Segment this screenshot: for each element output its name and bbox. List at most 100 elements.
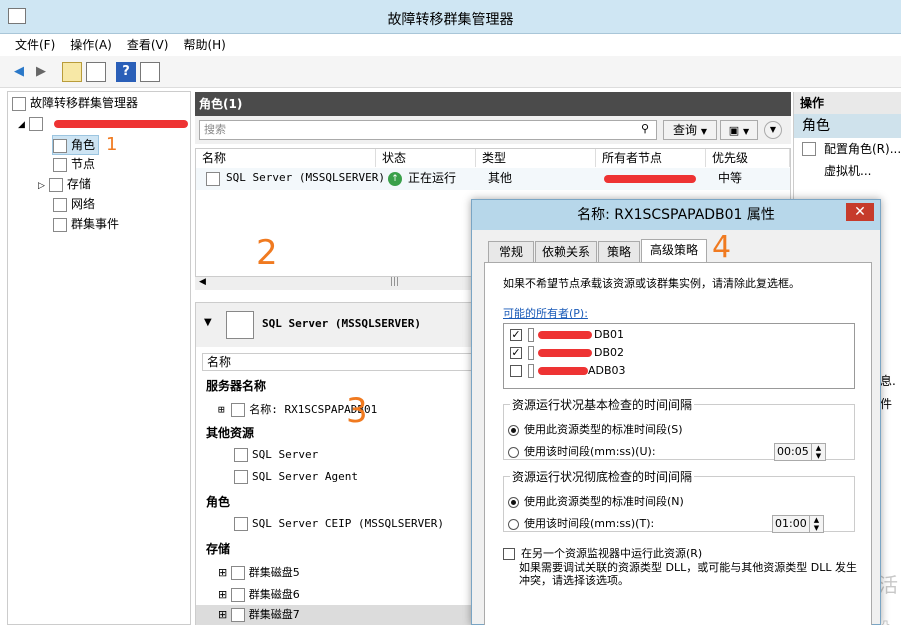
storage-disk-7[interactable]: ⊞ 群集磁盘7: [196, 605, 476, 625]
expand-icon[interactable]: ⊞: [218, 403, 225, 416]
expand-icon[interactable]: ⊞: [218, 608, 227, 621]
annotation-1: 1: [106, 134, 118, 155]
search-icon[interactable]: ⚲: [641, 122, 649, 135]
basic-interval-spinner[interactable]: 00:05 ▲ ▼: [774, 443, 826, 461]
storage-icon: [48, 177, 63, 192]
spinner-arrows-icon[interactable]: ▲ ▼: [809, 516, 823, 532]
cluster-icon: [28, 116, 43, 131]
actions-header: 操作: [794, 92, 901, 114]
tree-item-cluster-events[interactable]: 群集事件: [53, 215, 119, 233]
column-priority[interactable]: 优先级: [706, 149, 790, 167]
expand-toggle-icon[interactable]: ▼: [764, 121, 782, 139]
scroll-thumb-icon[interactable]: |||: [390, 277, 399, 287]
menu-file[interactable]: 文件(F): [15, 34, 55, 56]
menu-help[interactable]: 帮助(H): [183, 34, 225, 56]
redacted-owner-2: [538, 349, 592, 357]
configure-role-action[interactable]: 配置角色(R)...: [794, 138, 901, 160]
query-button[interactable]: 查询 ▼: [663, 120, 717, 140]
tree-item-storage[interactable]: ▷ 存储: [38, 175, 91, 195]
actions-roles-header: 角色: [794, 114, 901, 138]
tab-dependencies[interactable]: 依赖关系: [535, 241, 597, 263]
tab-policies[interactable]: 策略: [598, 241, 640, 263]
column-type[interactable]: 类型: [476, 149, 596, 167]
close-icon[interactable]: ✕: [846, 203, 874, 221]
thorough-standard-option[interactable]: 使用此资源类型的标准时间段(N): [508, 493, 684, 509]
thorough-interval-spinner[interactable]: 01:00 ▲ ▼: [772, 515, 824, 533]
tree-item-label: 存储: [66, 177, 91, 191]
tree-item-roles[interactable]: 角色: [52, 135, 100, 155]
roles-header: 角色(1): [195, 92, 791, 116]
virtual-machines-action[interactable]: 虚拟机...: [794, 160, 901, 182]
scroll-left-icon[interactable]: ◀: [199, 277, 206, 287]
resource-label: SQL Server CEIP (MSSQLSERVER): [252, 517, 445, 530]
storage-disk-6[interactable]: ⊞ 群集磁盘6: [218, 586, 300, 602]
expand-icon[interactable]: ▷: [38, 181, 45, 191]
separate-monitor-checkbox[interactable]: [503, 548, 515, 560]
properties-icon[interactable]: [140, 62, 160, 82]
network-name-icon: [231, 403, 246, 417]
menu-action[interactable]: 操作(A): [70, 34, 112, 56]
tab-general[interactable]: 常规: [488, 241, 534, 263]
possible-owners-list: ✓ DB01 ✓ DB02 ADB03: [503, 323, 855, 389]
storage-disk-5[interactable]: ⊞ 群集磁盘5: [218, 564, 300, 580]
table-row[interactable]: SQL Server (MSSQLSERVER) ↑ 正在运行 其他 中等: [196, 168, 790, 190]
owners-intro-text: 如果不希望节点承载该资源或该群集实例，请清除此复选框。: [503, 277, 800, 290]
menu-view[interactable]: 查看(V): [127, 34, 169, 56]
show-hide-tree-icon[interactable]: [86, 62, 106, 82]
redacted-owner-3: [538, 367, 588, 375]
section-server-name: 服务器名称: [206, 379, 267, 393]
resource-sql-server[interactable]: SQL Server: [234, 448, 318, 462]
tree-root[interactable]: 故障转移群集管理器: [12, 94, 138, 112]
thorough-interval-value: 01:00: [775, 517, 807, 530]
details-column-name[interactable]: 名称: [202, 353, 474, 371]
owner-checkbox-1[interactable]: ✓: [510, 329, 522, 341]
thorough-custom-option[interactable]: 使用该时间段(mm:ss)(T):: [508, 515, 654, 531]
collapse-details-icon[interactable]: ▼: [204, 317, 212, 328]
sql-resource-icon: [234, 517, 248, 531]
owner-name: ADB03: [588, 364, 626, 377]
sql-server-role-icon: [226, 311, 254, 339]
server-icon: [528, 364, 534, 378]
annotation-4: 4: [712, 230, 732, 265]
up-folder-icon[interactable]: [62, 62, 82, 82]
help-icon[interactable]: ?: [116, 62, 136, 82]
separate-monitor-option[interactable]: 在另一个资源监视器中运行此资源(R): [503, 545, 702, 561]
basic-standard-radio[interactable]: [508, 424, 519, 436]
role-name: SQL Server (MSSQLSERVER): [226, 171, 385, 184]
forward-icon[interactable]: ▶: [31, 62, 51, 82]
expand-icon[interactable]: ⊞: [218, 566, 227, 579]
column-owner-node[interactable]: 所有者节点: [596, 149, 706, 167]
tree-item-nodes[interactable]: 节点: [53, 155, 95, 173]
thorough-check-legend: 资源运行状况彻底检查的时间间隔: [512, 470, 693, 484]
disk-icon: [230, 566, 245, 580]
basic-custom-option[interactable]: 使用该时间段(mm:ss)(U):: [508, 443, 656, 459]
expand-icon[interactable]: ⊞: [218, 588, 227, 601]
basic-custom-radio[interactable]: [508, 446, 519, 458]
column-name[interactable]: 名称: [196, 149, 376, 167]
role-status: 正在运行: [408, 171, 457, 185]
thorough-custom-radio[interactable]: [508, 518, 519, 530]
resource-sql-ceip[interactable]: SQL Server CEIP (MSSQLSERVER): [234, 517, 444, 531]
owner-checkbox-2[interactable]: ✓: [510, 347, 522, 359]
owner-name: DB02: [594, 346, 625, 359]
collapse-icon: ◢: [18, 120, 25, 130]
column-status[interactable]: 状态: [376, 149, 476, 167]
resource-label: SQL Server Agent: [252, 470, 358, 483]
tree-item-networks[interactable]: 网络: [53, 195, 95, 213]
search-input[interactable]: 搜索: [199, 120, 657, 140]
back-icon[interactable]: ◀: [9, 62, 29, 82]
network-icon: [53, 197, 67, 212]
save-query-button[interactable]: ▣ ▼: [720, 120, 758, 140]
tree-root-label: 故障转移群集管理器: [30, 96, 139, 110]
tab-advanced-policies[interactable]: 高级策略: [641, 239, 707, 263]
thorough-standard-radio[interactable]: [508, 496, 519, 508]
spinner-arrows-icon[interactable]: ▲ ▼: [811, 444, 825, 460]
basic-standard-option[interactable]: 使用此资源类型的标准时间段(S): [508, 421, 683, 437]
option-label: 使用此资源类型的标准时间段(N): [524, 495, 684, 508]
resource-sql-agent[interactable]: SQL Server Agent: [234, 470, 358, 484]
tree-cluster-node[interactable]: ◢: [18, 114, 47, 134]
redacted-owner-1: [538, 331, 592, 339]
role-type: 其他: [488, 171, 513, 185]
basic-interval-value: 00:05: [777, 445, 809, 458]
owner-checkbox-3[interactable]: [510, 365, 522, 377]
